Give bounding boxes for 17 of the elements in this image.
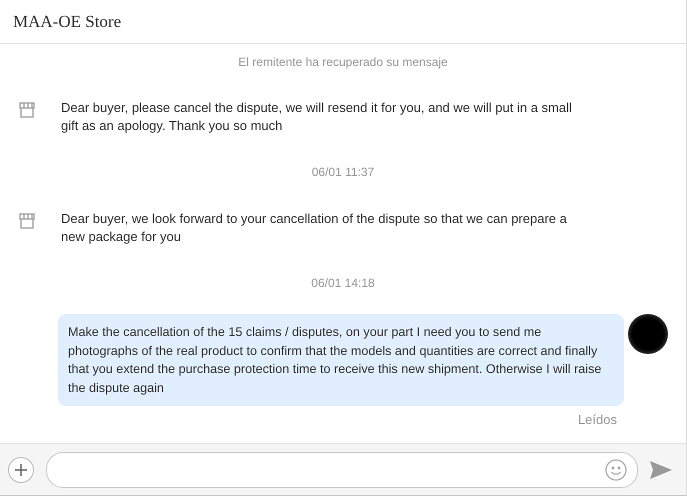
read-status: Leídos <box>578 412 617 427</box>
send-button[interactable] <box>650 460 672 478</box>
storefront-icon <box>18 212 36 230</box>
buyer-message: Make the cancellation of the 15 claims / disputes, on your part I need you to send me photographs of the real product to confirm that the models and quantities are correct and finally that you extend the purchase protection time to receive this new shipment. Otherwise I will raise the dispute again <box>58 314 624 406</box>
timestamp: 06/01 14:18 <box>311 276 375 290</box>
avatar <box>628 314 668 354</box>
storefront-icon <box>18 101 36 119</box>
seller-message: Dear buyer, we look forward to your cancellation of the dispute so that we can prepare a new package for you <box>61 210 568 246</box>
seller-message: Dear buyer, please cancel the dispute, we will resend it for you, and we will put in a small gift as an apology. Thank you so much <box>61 99 573 135</box>
timestamp: 06/01 11:37 <box>312 165 374 179</box>
window-title: MAA-OE Store <box>13 12 122 32</box>
plus-icon <box>14 462 28 476</box>
add-button[interactable] <box>8 456 34 482</box>
emoji-icon[interactable] <box>605 458 627 480</box>
message-input[interactable] <box>46 452 638 488</box>
recall-notice: El remitente ha recuperado su mensaje <box>238 55 448 69</box>
send-icon <box>650 460 672 478</box>
